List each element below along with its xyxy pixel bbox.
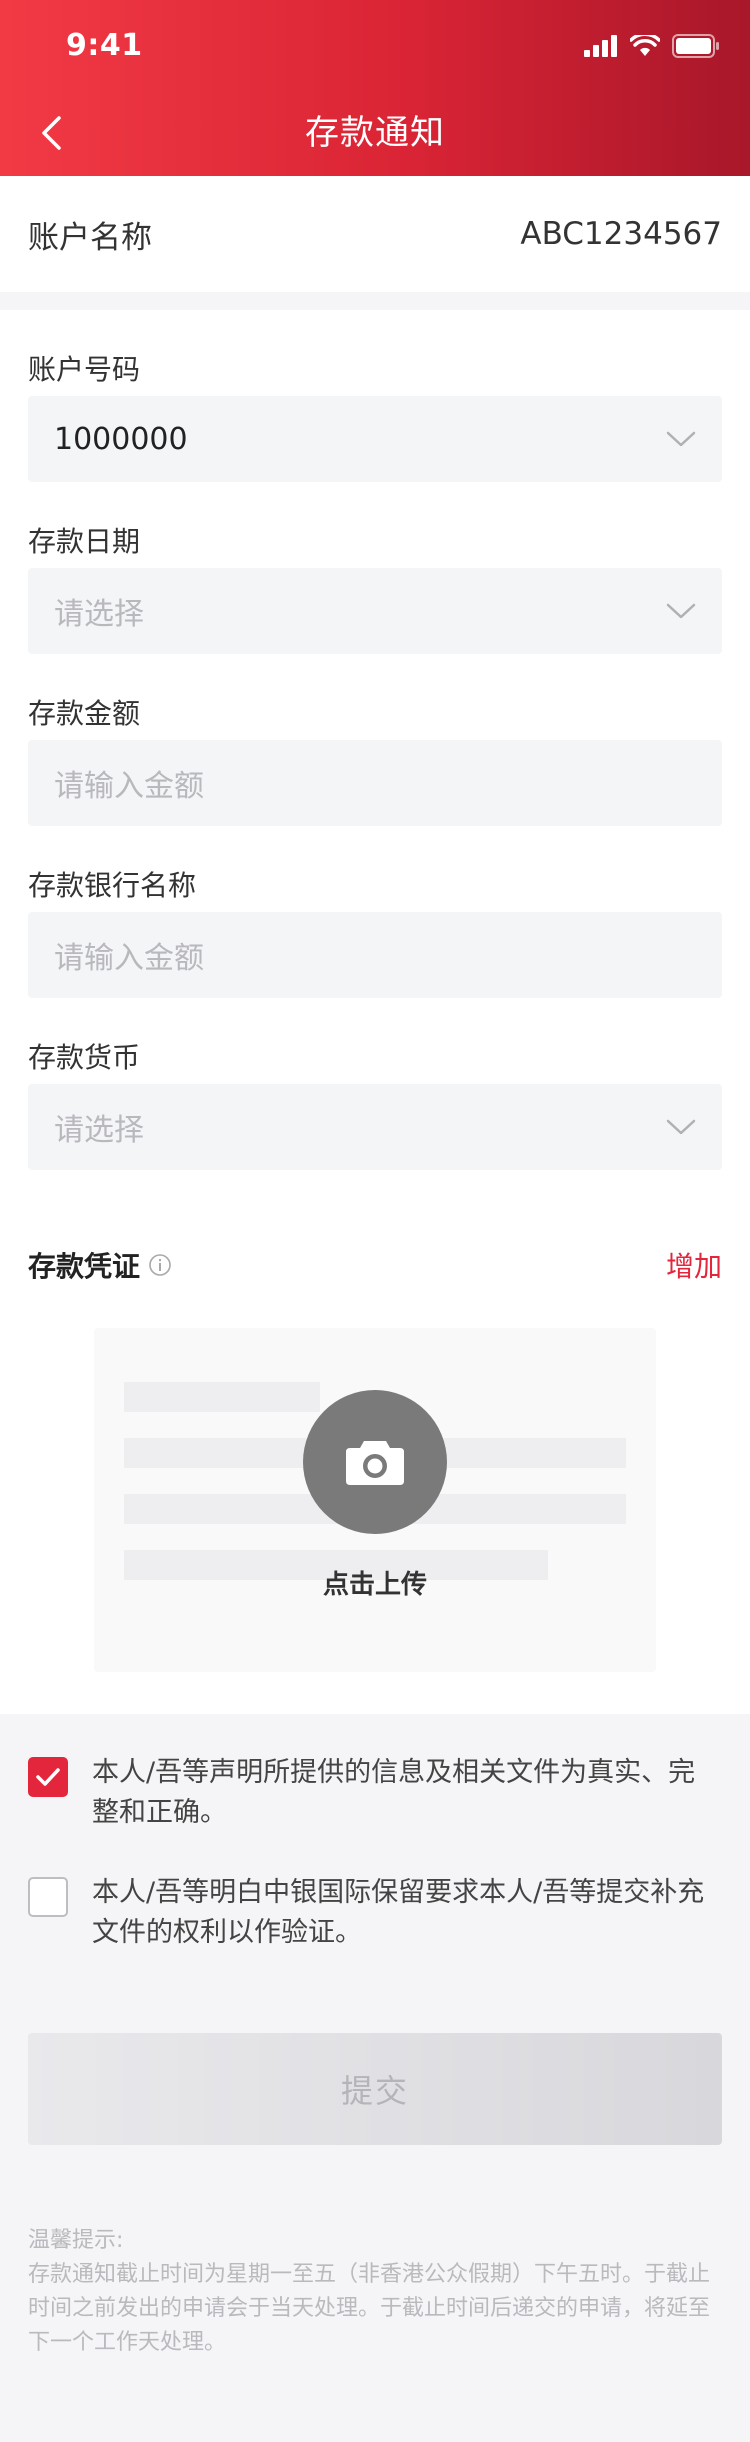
- status-time: 9:41: [66, 28, 143, 63]
- battery-icon: [672, 34, 719, 58]
- submit-button[interactable]: 提交: [28, 2033, 722, 2145]
- account-number-label: 账户号码: [28, 353, 141, 386]
- wifi-icon: [630, 35, 660, 56]
- status-icons: [584, 32, 720, 60]
- declaration-1-text: 本人/吾等声明所提供的信息及相关文件为真实、完整和正确。: [92, 1757, 696, 1828]
- add-voucher-link[interactable]: 增加: [666, 1245, 722, 1285]
- deposit-currency-label: 存款货币: [28, 1041, 141, 1074]
- tips-body: 存款通知截止时间为星期一至五（非香港公众假期）下午五时。于截止时间之前发出的申请…: [28, 2262, 711, 2355]
- chevron-down-icon: [666, 1119, 696, 1135]
- camera-icon: [346, 1441, 404, 1485]
- upload-label: 点击上传: [322, 1570, 427, 1600]
- deposit-currency-select[interactable]: 请选择: [28, 1084, 722, 1170]
- tips-title: 温馨提示:: [28, 2228, 124, 2253]
- deposit-amount-input[interactable]: 请输入金额: [28, 740, 722, 826]
- deposit-amount-label: 存款金额: [28, 697, 141, 730]
- deposit-date-label: 存款日期: [28, 525, 141, 558]
- upload-area[interactable]: 点击上传: [94, 1328, 656, 1672]
- header: 9:41 存款通知: [0, 0, 750, 176]
- camera-button[interactable]: [303, 1390, 447, 1534]
- placeholder-line: [124, 1382, 320, 1412]
- account-name-value: ABC1234567: [520, 216, 722, 252]
- declaration-2-text: 本人/吾等明白中银国际保留要求本人/吾等提交补充文件的权利以作验证。: [92, 1877, 705, 1948]
- declaration-2[interactable]: 本人/吾等明白中银国际保留要求本人/吾等提交补充文件的权利以作验证。: [28, 1873, 722, 1953]
- account-number-select[interactable]: 1000000: [28, 396, 722, 482]
- signal-icon: [584, 35, 617, 57]
- status-bar: 9:41: [0, 0, 750, 90]
- checkmark-icon: [36, 1768, 60, 1786]
- account-number-value: 1000000: [54, 421, 188, 457]
- account-name-row: 账户名称 ABC1234567: [0, 176, 750, 292]
- tips: 温馨提示: 存款通知截止时间为星期一至五（非香港公众假期）下午五时。于截止时间之…: [28, 2224, 728, 2360]
- chevron-down-icon: [666, 603, 696, 619]
- info-icon[interactable]: [148, 1253, 172, 1277]
- deposit-amount-placeholder: 请输入金额: [54, 769, 204, 804]
- deposit-bank-label: 存款银行名称: [28, 869, 197, 902]
- deposit-date-select[interactable]: 请选择: [28, 568, 722, 654]
- deposit-currency-placeholder: 请选择: [54, 1113, 144, 1148]
- voucher-label: 存款凭证: [28, 1250, 141, 1283]
- account-name-label: 账户名称: [28, 219, 152, 256]
- deposit-bank-input[interactable]: 请输入金额: [28, 912, 722, 998]
- deposit-date-placeholder: 请选择: [54, 597, 144, 632]
- declaration-1-checkbox[interactable]: [28, 1757, 68, 1797]
- nav-bar: 存款通知: [0, 90, 750, 176]
- chevron-down-icon: [666, 431, 696, 447]
- page-title: 存款通知: [305, 113, 445, 153]
- deposit-bank-placeholder: 请输入金额: [54, 941, 204, 976]
- voucher-label-group: 存款凭证: [28, 1245, 172, 1285]
- declaration-2-checkbox[interactable]: [28, 1877, 68, 1917]
- declaration-1[interactable]: 本人/吾等声明所提供的信息及相关文件为真实、完整和正确。: [28, 1753, 722, 1833]
